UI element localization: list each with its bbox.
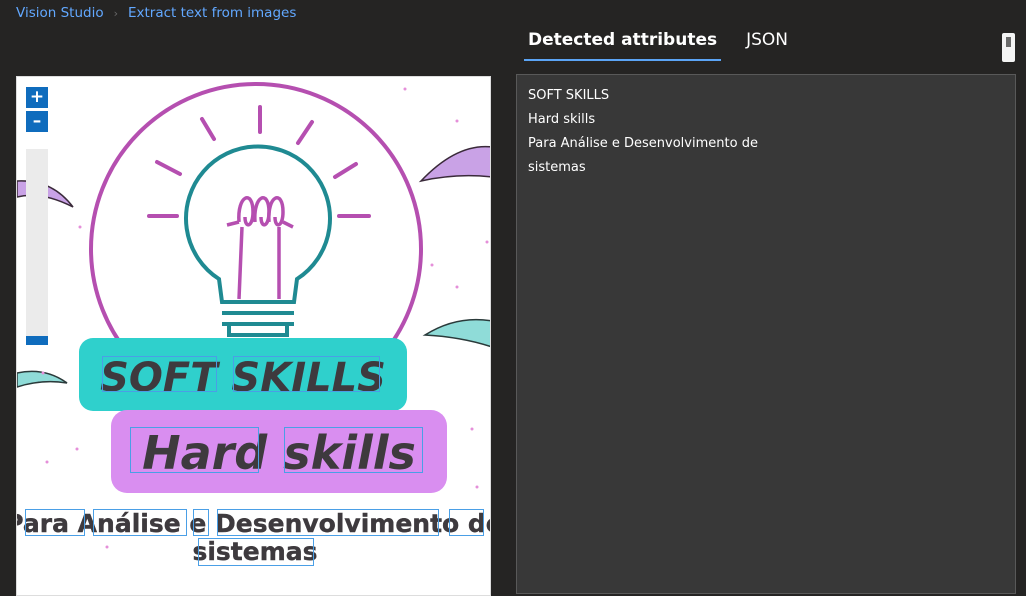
detected-text-panel: SOFT SKILLS Hard skills Para Análise e D… xyxy=(516,74,1016,594)
result-line: Para Análise e Desenvolvimento de xyxy=(528,136,758,151)
zoom-out-button[interactable]: – xyxy=(26,111,48,132)
result-tabs: Detected attributes JSON xyxy=(524,30,813,61)
result-line: SOFT SKILLS xyxy=(528,88,610,103)
tab-json[interactable]: JSON xyxy=(742,30,792,61)
ocr-box-word[interactable] xyxy=(130,427,259,473)
leaf-decoration xyxy=(422,318,490,348)
zoom-slider-handle[interactable] xyxy=(26,336,48,345)
result-line: Hard skills xyxy=(528,112,596,127)
ocr-box-word[interactable] xyxy=(193,509,209,536)
bulb-filament xyxy=(226,196,294,300)
ocr-box-word[interactable] xyxy=(102,356,217,392)
ocr-box-word[interactable] xyxy=(233,356,380,392)
chevron-right-icon: › xyxy=(113,6,118,20)
tab-detected-attributes[interactable]: Detected attributes xyxy=(524,30,722,61)
lightbulb-icon xyxy=(184,144,332,337)
result-line: sistemas xyxy=(528,160,586,175)
breadcrumb: Vision Studio › Extract text from images xyxy=(16,5,296,21)
breadcrumb-extract-text[interactable]: Extract text from images xyxy=(128,5,296,21)
breadcrumb-vision-studio[interactable]: Vision Studio xyxy=(16,5,104,21)
image-preview-panel: SOFT SKILLS Hard skills Para Análise e D… xyxy=(16,76,491,596)
ocr-box-word[interactable] xyxy=(198,538,314,566)
ocr-box-word[interactable] xyxy=(217,509,439,536)
ocr-box-word[interactable] xyxy=(93,509,187,536)
page-scrollbar-thumb[interactable] xyxy=(1002,33,1015,62)
ocr-box-word[interactable] xyxy=(25,509,85,536)
zoom-slider[interactable] xyxy=(26,149,48,345)
leaf-decoration xyxy=(418,145,490,183)
ocr-box-word[interactable] xyxy=(284,427,423,473)
zoom-in-button[interactable]: + xyxy=(26,87,48,108)
ocr-box-word[interactable] xyxy=(449,509,484,536)
